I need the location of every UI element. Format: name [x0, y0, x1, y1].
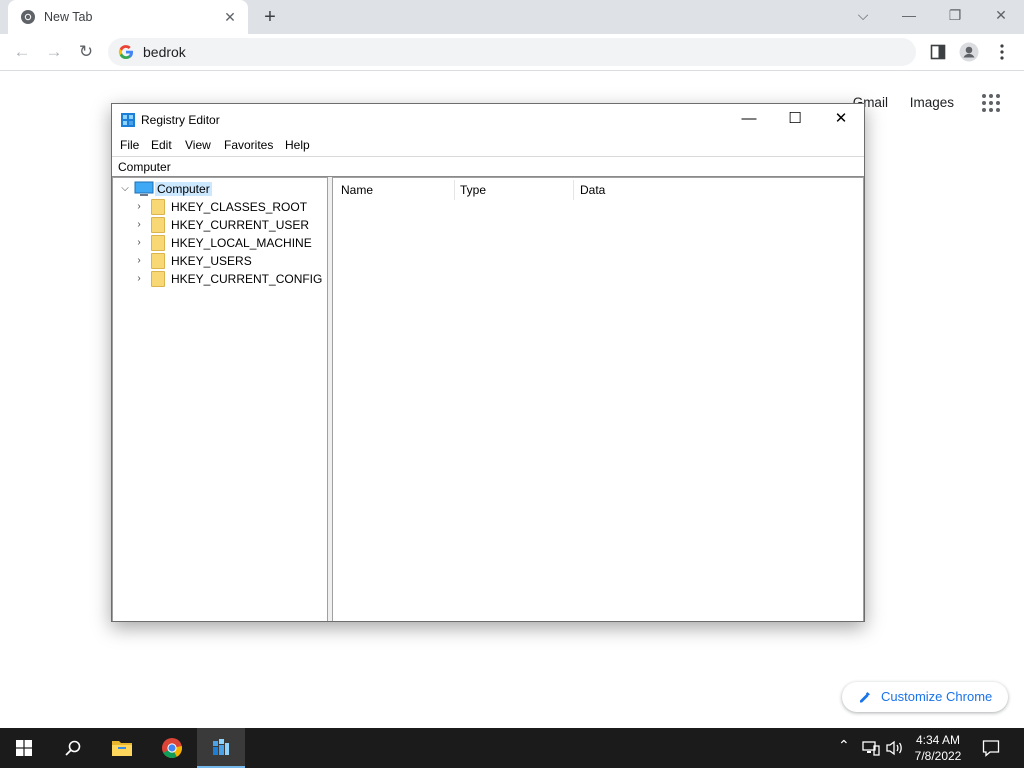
address-text: bedrok: [143, 44, 186, 60]
tree-node-hkey-current-config[interactable]: › HKEY_CURRENT_CONFIG: [133, 270, 323, 288]
menu-view[interactable]: View: [185, 138, 211, 152]
column-header-name[interactable]: Name: [341, 178, 451, 202]
windows-taskbar: ⌃ 4:34 AM 7/8/2022: [0, 728, 1024, 768]
taskbar-chrome[interactable]: [148, 728, 196, 768]
tree-node-hkey-users[interactable]: › HKEY_USERS: [133, 252, 323, 270]
tree-label: HKEY_USERS: [171, 254, 252, 268]
volume-icon[interactable]: [886, 740, 904, 756]
menu-kebab-icon[interactable]: [996, 43, 1008, 61]
file-explorer-icon: [112, 741, 132, 756]
tray-overflow-icon[interactable]: ⌃: [838, 737, 850, 754]
column-header-data[interactable]: Data: [580, 178, 780, 202]
folder-icon: [151, 271, 165, 287]
chevron-down-icon[interactable]: ⌵: [119, 181, 131, 197]
taskbar-regedit[interactable]: [197, 728, 245, 768]
network-icon[interactable]: [862, 740, 880, 756]
clock-time: 4:34 AM: [915, 733, 961, 747]
customize-chrome-button[interactable]: Customize Chrome: [842, 682, 1008, 712]
start-button[interactable]: [0, 728, 48, 768]
menu-file[interactable]: File: [120, 138, 139, 152]
google-g-icon: [118, 45, 133, 60]
tree-label: HKEY_LOCAL_MACHINE: [171, 236, 312, 250]
address-bar[interactable]: bedrok: [108, 38, 916, 66]
tree-label: HKEY_CLASSES_ROOT: [171, 200, 308, 214]
regedit-app-icon: [121, 113, 135, 127]
computer-icon: [134, 181, 154, 196]
folder-icon: [151, 217, 165, 233]
tab-close-icon[interactable]: ✕: [220, 7, 240, 27]
start-icon: [16, 740, 32, 756]
minimize-button[interactable]: —: [886, 0, 932, 30]
registry-editor-window: Registry Editor — ☐ ✕ File Edit View Fav…: [111, 103, 865, 622]
registry-tree-pane[interactable]: ⌵ Computer › HKEY_CLASSES_ROOT › HKEY_CU…: [112, 177, 328, 621]
regedit-maximize-button[interactable]: ☐: [772, 104, 818, 134]
tree-label: Computer: [155, 182, 212, 196]
folder-icon: [151, 199, 165, 215]
regedit-address-text: Computer: [118, 160, 171, 174]
new-tab-button[interactable]: +: [258, 5, 282, 29]
folder-icon: [151, 253, 165, 269]
regedit-close-button[interactable]: ✕: [818, 104, 864, 134]
forward-button[interactable]: →: [40, 38, 68, 66]
regedit-address-bar[interactable]: Computer: [112, 156, 864, 177]
images-link[interactable]: Images: [910, 95, 954, 110]
taskbar-clock[interactable]: 4:34 AM 7/8/2022: [910, 732, 966, 764]
regedit-menubar: File Edit View Favorites Help: [112, 136, 864, 156]
side-panel-icon[interactable]: [930, 44, 946, 60]
menu-favorites[interactable]: Favorites: [224, 138, 273, 152]
tree-node-hkey-current-user[interactable]: › HKEY_CURRENT_USER: [133, 216, 323, 234]
customize-chrome-label: Customize Chrome: [881, 689, 993, 704]
close-button[interactable]: ✕: [978, 0, 1024, 30]
column-divider[interactable]: [454, 180, 455, 200]
browser-toolbar: ← → ↻ bedrok: [0, 34, 1024, 71]
back-button[interactable]: ←: [8, 38, 36, 66]
search-icon: [65, 740, 81, 756]
regedit-titlebar[interactable]: Registry Editor — ☐ ✕: [112, 104, 864, 136]
chevron-right-icon[interactable]: ›: [133, 271, 145, 287]
tree-label: HKEY_CURRENT_CONFIG: [171, 272, 323, 286]
regedit-minimize-button[interactable]: —: [726, 104, 772, 134]
chevron-right-icon[interactable]: ›: [133, 217, 145, 233]
chevron-right-icon[interactable]: ›: [133, 199, 145, 215]
taskbar-search-button[interactable]: [48, 728, 96, 768]
pencil-icon: [860, 692, 870, 703]
chevron-right-icon[interactable]: ›: [133, 235, 145, 251]
menu-edit[interactable]: Edit: [151, 138, 172, 152]
profile-icon[interactable]: [959, 42, 979, 62]
tree-node-computer[interactable]: ⌵ Computer: [117, 180, 317, 198]
folder-icon: [151, 235, 165, 251]
tab-strip: New Tab ✕ + ⌵ — ❐ ✕: [0, 0, 1024, 34]
tree-label: HKEY_CURRENT_USER: [171, 218, 310, 232]
tab-search-icon[interactable]: ⌵: [840, 0, 886, 30]
tree-node-hkey-classes-root[interactable]: › HKEY_CLASSES_ROOT: [133, 198, 323, 216]
column-header-type[interactable]: Type: [460, 178, 570, 202]
registry-values-pane[interactable]: Name Type Data: [332, 177, 864, 621]
reload-button[interactable]: ↻: [72, 38, 100, 66]
regedit-title: Registry Editor: [141, 113, 220, 127]
notification-icon[interactable]: [982, 739, 1000, 757]
clock-date: 7/8/2022: [914, 749, 962, 763]
google-apps-icon[interactable]: [982, 94, 1000, 112]
tab-title: New Tab: [44, 10, 93, 24]
browser-tab[interactable]: New Tab ✕: [8, 0, 248, 34]
chrome-icon: [162, 738, 183, 759]
regedit-icon: [213, 739, 229, 755]
chrome-favicon-icon: [21, 10, 35, 24]
taskbar-file-explorer[interactable]: [98, 728, 146, 768]
column-divider[interactable]: [573, 180, 574, 200]
chevron-right-icon[interactable]: ›: [133, 253, 145, 269]
restore-button[interactable]: ❐: [932, 0, 978, 30]
menu-help[interactable]: Help: [285, 138, 310, 152]
tree-node-hkey-local-machine[interactable]: › HKEY_LOCAL_MACHINE: [133, 234, 323, 252]
